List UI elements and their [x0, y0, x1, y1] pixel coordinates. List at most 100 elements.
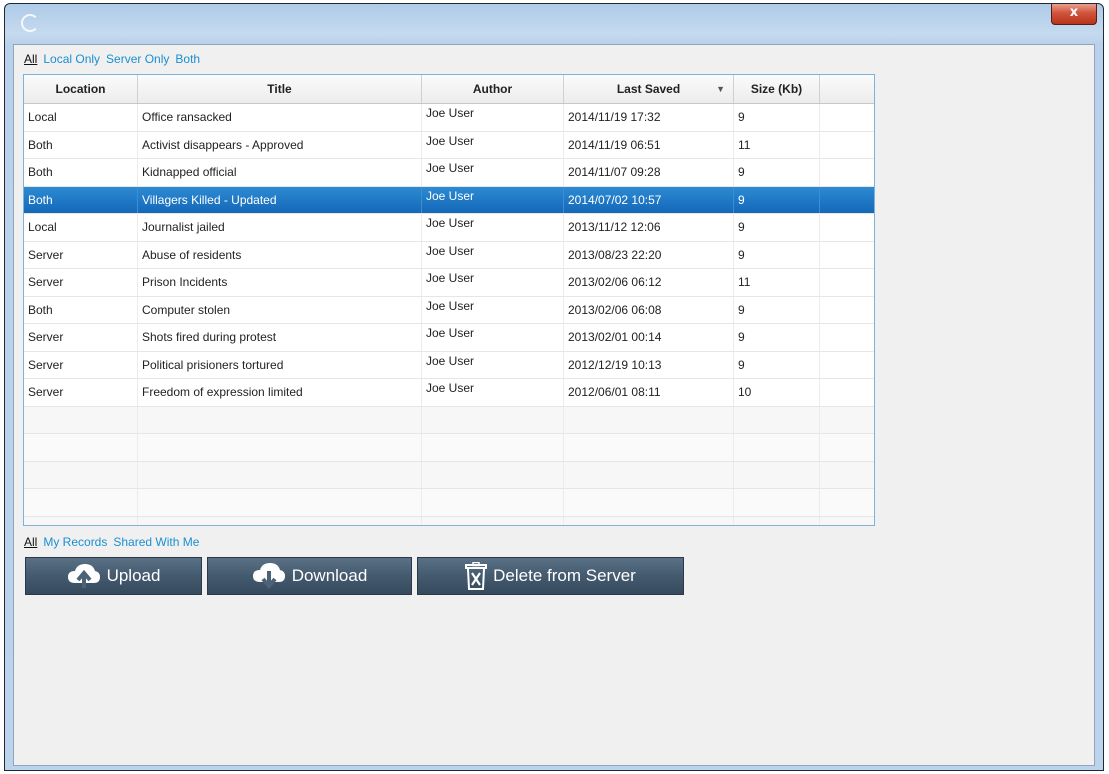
cell-location: Local	[24, 214, 138, 241]
cell-size: 9	[734, 159, 820, 186]
empty-cell	[138, 489, 422, 516]
cell-filler	[820, 132, 874, 159]
empty-cell	[564, 406, 734, 433]
upload-button-label: Upload	[106, 566, 161, 585]
filter-owner-shared-with-me[interactable]: Shared With Me	[113, 535, 199, 549]
cell-title: Shots fired during protest	[138, 324, 422, 351]
cell-title: Office ransacked	[138, 104, 422, 131]
cell-last-saved: 2014/11/07 09:28	[564, 159, 734, 186]
empty-row	[24, 489, 874, 517]
empty-cell	[422, 489, 564, 516]
cell-author: Joe User	[422, 351, 564, 378]
empty-cell	[820, 462, 874, 489]
cell-last-saved: 2013/02/06 06:08	[564, 296, 734, 323]
empty-cell	[24, 434, 138, 461]
cell-location: Both	[24, 131, 138, 158]
column-header-author[interactable]: Author	[422, 75, 564, 103]
title-bar[interactable]: x	[5, 4, 1103, 44]
cell-location: Server	[24, 379, 138, 406]
cell-filler	[820, 159, 874, 186]
cell-filler	[820, 297, 874, 324]
table-row[interactable]: Both Computer stolen Joe User 2013/02/06 06…	[24, 296, 874, 324]
cell-location: Both	[24, 159, 138, 186]
cell-location: Both	[24, 296, 138, 323]
cell-last-saved: 2013/08/23 22:20	[564, 241, 734, 268]
app-logo-icon	[21, 14, 39, 32]
empty-cell	[820, 517, 874, 526]
table-row[interactable]: Server Shots fired during protest Joe User…	[24, 324, 874, 352]
location-filter-bar: All Local Only Server Only Both	[24, 51, 206, 67]
cell-filler	[820, 352, 874, 379]
column-header-size[interactable]: Size (Kb)	[734, 75, 820, 103]
cell-author: Joe User	[422, 269, 564, 296]
table-row[interactable]: Server Prison Incidents Joe User 2013/02/06…	[24, 269, 874, 297]
filter-owner-my-records[interactable]: My Records	[43, 535, 107, 549]
cell-size: 9	[734, 296, 820, 323]
client-area: All Local Only Server Only Both Location Ti…	[13, 44, 1095, 766]
empty-cell	[138, 516, 422, 525]
cell-size: 9	[734, 324, 820, 351]
cell-size: 11	[734, 131, 820, 158]
empty-cell	[820, 434, 874, 461]
cell-author: Joe User	[422, 379, 564, 406]
cell-filler	[820, 187, 874, 214]
cell-location: Server	[24, 241, 138, 268]
cell-author: Joe User	[422, 186, 564, 213]
download-button-label: Download	[291, 566, 368, 585]
upload-button[interactable]: Upload	[25, 557, 202, 595]
trash-delete-icon	[465, 562, 488, 590]
empty-cell	[422, 516, 564, 525]
cell-title: Journalist jailed	[138, 214, 422, 241]
cell-title: Computer stolen	[138, 296, 422, 323]
cloud-download-icon	[252, 563, 286, 589]
cell-filler	[820, 214, 874, 241]
download-button[interactable]: Download	[207, 557, 412, 595]
delete-from-server-button-label: Delete from Server	[493, 566, 636, 585]
empty-cell	[564, 516, 734, 525]
cell-last-saved: 2013/11/12 12:06	[564, 214, 734, 241]
cloud-upload-icon	[67, 563, 101, 589]
empty-cell	[564, 489, 734, 516]
table-body: Local Office ransacked Joe User 2014/11/19 …	[24, 104, 874, 526]
cell-last-saved: 2014/11/19 06:51	[564, 131, 734, 158]
delete-from-server-button[interactable]: Delete from Server	[417, 557, 684, 595]
cell-author: Joe User	[422, 159, 564, 186]
filter-server-only[interactable]: Server Only	[106, 52, 169, 66]
cell-location: Both	[24, 186, 138, 213]
table-row[interactable]: Both Villagers Killed - Updated Joe User 20…	[24, 186, 874, 214]
table-row[interactable]: Both Kidnapped official Joe User 2014/11/07…	[24, 159, 874, 187]
close-button[interactable]: x	[1051, 4, 1097, 25]
cell-size: 11	[734, 269, 820, 296]
table-header: Location Title Author Last Saved ▼ Size …	[24, 75, 874, 104]
empty-cell	[24, 489, 138, 516]
cell-author: Joe User	[422, 214, 564, 241]
table-row[interactable]: Server Freedom of expression limited Joe U…	[24, 379, 874, 407]
column-header-last-saved[interactable]: Last Saved ▼	[564, 75, 734, 103]
column-header-title[interactable]: Title	[138, 75, 422, 103]
table-row[interactable]: Local Journalist jailed Joe User 2013/11/12…	[24, 214, 874, 242]
empty-cell	[564, 434, 734, 461]
cell-size: 9	[734, 351, 820, 378]
filter-owner-all[interactable]: All	[24, 535, 37, 549]
column-header-filler	[820, 75, 874, 103]
sort-descending-icon: ▼	[716, 84, 725, 94]
cell-title: Kidnapped official	[138, 159, 422, 186]
table-row[interactable]: Local Office ransacked Joe User 2014/11/19 …	[24, 104, 874, 132]
empty-cell	[422, 434, 564, 461]
cell-title: Villagers Killed - Updated	[138, 186, 422, 213]
table-row[interactable]: Both Activist disappears - Approved Joe Us…	[24, 131, 874, 159]
filter-both[interactable]: Both	[175, 52, 200, 66]
cell-author: Joe User	[422, 241, 564, 268]
cell-size: 9	[734, 214, 820, 241]
cell-filler	[820, 269, 874, 296]
cell-author: Joe User	[422, 131, 564, 158]
cell-author: Joe User	[422, 104, 564, 131]
table-row[interactable]: Server Political prisioners tortured Joe U…	[24, 351, 874, 379]
table-row[interactable]: Server Abuse of residents Joe User 2013/08/…	[24, 241, 874, 269]
empty-cell	[422, 461, 564, 488]
column-header-location[interactable]: Location	[24, 75, 138, 103]
filter-local-only[interactable]: Local Only	[43, 52, 100, 66]
cell-location: Server	[24, 324, 138, 351]
cell-last-saved: 2012/06/01 08:11	[564, 379, 734, 406]
filter-all[interactable]: All	[24, 52, 37, 66]
